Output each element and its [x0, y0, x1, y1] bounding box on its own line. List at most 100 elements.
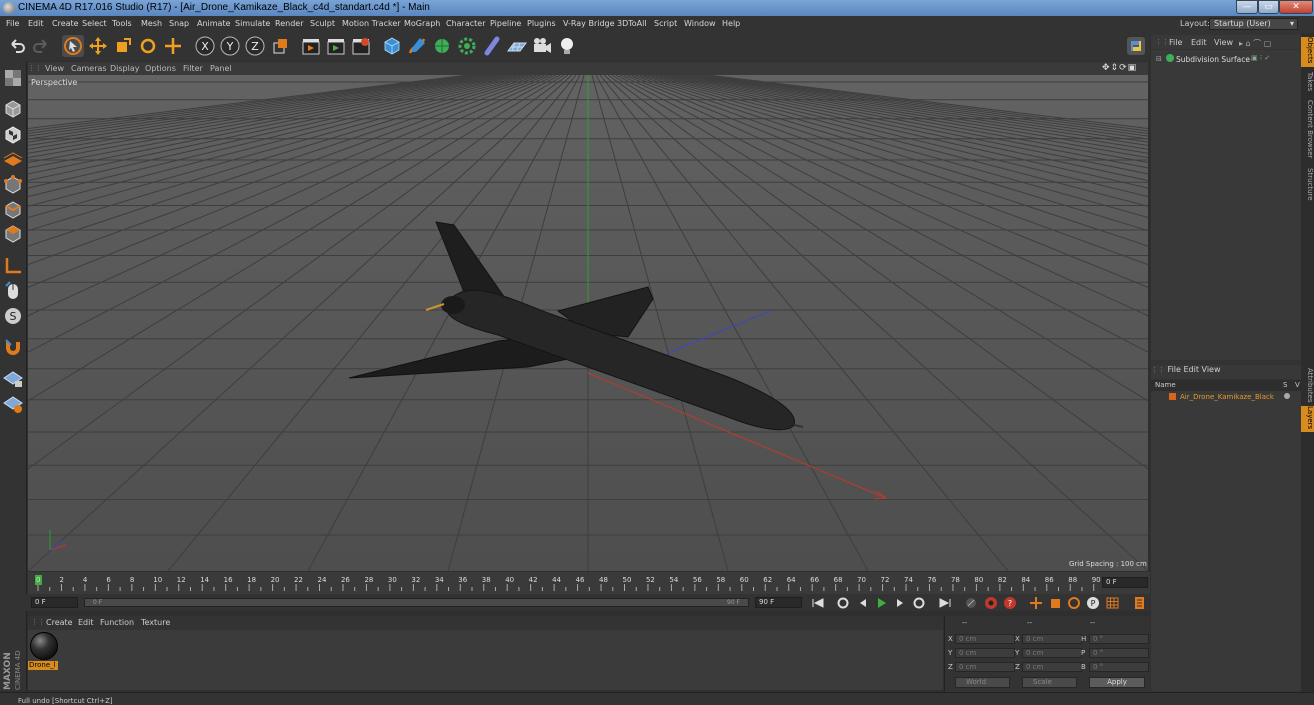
move-tool[interactable] [87, 35, 109, 57]
live-selection-tool[interactable] [62, 35, 84, 57]
tab-attributes[interactable]: Attributes [1301, 368, 1314, 403]
texture-mode-button[interactable] [2, 124, 24, 146]
tab-content-browser[interactable]: Content Browser [1301, 100, 1314, 160]
motion-path-button[interactable] [964, 596, 979, 610]
end-frame-field[interactable]: 90 F [755, 597, 802, 608]
render-to-picture-viewer-button[interactable] [325, 35, 347, 57]
subdivision-surface-button[interactable] [431, 35, 453, 57]
key-pla-button[interactable] [1105, 596, 1120, 610]
planar-workplane-button[interactable] [2, 393, 24, 415]
material-menu-texture[interactable]: Texture [141, 618, 170, 627]
menu-select[interactable]: Select [82, 19, 107, 28]
layout-dropdown[interactable]: Startup (User) ▾ [1209, 18, 1298, 30]
rotate-tool[interactable] [137, 35, 159, 57]
array-button[interactable] [456, 35, 478, 57]
key-rotation-button[interactable] [1067, 596, 1082, 610]
axis-mode-button[interactable] [2, 255, 24, 277]
viewport-navigation-icons[interactable]: ✥⇕⟳▣ [1102, 63, 1137, 73]
tab-layers[interactable]: Layers [1301, 406, 1314, 432]
polygons-mode-button[interactable] [2, 223, 24, 245]
model-mode-button[interactable] [2, 98, 24, 120]
layer-menu-edit[interactable]: Edit [1183, 365, 1199, 374]
menu-animate[interactable]: Animate [197, 19, 231, 28]
previous-keyframe-button[interactable] [836, 596, 851, 610]
timeline-window-button[interactable] [1132, 596, 1147, 610]
coord-mode-dropdown[interactable]: World [955, 677, 1010, 688]
object-item-name[interactable]: Subdivision Surface [1176, 55, 1250, 64]
viewport-menu-options[interactable]: Options [145, 64, 176, 73]
autokey-button[interactable]: ? [1003, 596, 1018, 610]
object-manager-nav-icons[interactable]: ▸ ⌂ ⌒ ▢ [1239, 38, 1271, 49]
deformer-button[interactable] [481, 35, 503, 57]
recent-tool[interactable] [162, 35, 184, 57]
material-menu-create[interactable]: Create [46, 618, 73, 627]
tab-takes[interactable]: Takes [1301, 72, 1314, 96]
viewport-menu-cameras[interactable]: Cameras [71, 64, 107, 73]
coord-pos-y-field[interactable]: 0 cm [955, 648, 1015, 658]
go-to-start-button[interactable] [810, 596, 825, 610]
maximize-button[interactable]: ▭ [1258, 0, 1279, 14]
close-button[interactable]: ✕ [1279, 0, 1313, 14]
light-button[interactable] [556, 35, 578, 57]
layer-solo-dot[interactable] [1284, 393, 1290, 399]
tab-structure[interactable]: Structure [1301, 168, 1314, 204]
coord-size-y-field[interactable]: 0 cm [1022, 648, 1082, 658]
menu-mograph[interactable]: MoGraph [404, 19, 440, 28]
menu-pipeline[interactable]: Pipeline [490, 19, 521, 28]
menu-help[interactable]: Help [722, 19, 740, 28]
record-button[interactable] [984, 596, 999, 610]
menu-motion-tracker[interactable]: Motion Tracker [342, 19, 401, 28]
coord-size-z-field[interactable]: 0 cm [1022, 662, 1082, 672]
menu-snap[interactable]: Snap [169, 19, 189, 28]
menu-tools[interactable]: Tools [112, 19, 132, 28]
camera-button[interactable] [531, 35, 553, 57]
coord-pos-z-field[interactable]: 0 cm [955, 662, 1015, 672]
go-to-end-button[interactable] [938, 596, 953, 610]
menu-mesh[interactable]: Mesh [141, 19, 162, 28]
tweak-mode-button[interactable] [2, 280, 24, 302]
coord-rot-p-field[interactable]: 0 ° [1089, 648, 1149, 658]
cube-object-button[interactable] [381, 35, 403, 57]
apply-button[interactable]: Apply [1089, 677, 1145, 688]
layer-item-name[interactable]: Air_Drone_Kamikaze_Black [1180, 393, 1274, 401]
expand-icon[interactable]: ⊟ [1156, 55, 1162, 63]
coord-size-x-field[interactable]: 0 cm [1022, 634, 1082, 644]
next-keyframe-button[interactable] [912, 596, 927, 610]
menu-edit[interactable]: Edit [28, 19, 44, 28]
viewport-menu-filter[interactable]: Filter [183, 64, 203, 73]
python-button[interactable] [1125, 35, 1147, 57]
make-editable-button[interactable] [2, 67, 24, 89]
menu-character[interactable]: Character [446, 19, 486, 28]
object-menu-edit[interactable]: Edit [1191, 38, 1207, 47]
menu-vray-bridge[interactable]: V-Ray Bridge [563, 19, 615, 28]
viewport-menu-view[interactable]: View [45, 64, 64, 73]
frame-range-slider[interactable]: 0 F 90 F [84, 598, 749, 607]
start-frame-field[interactable]: 0 F [31, 597, 78, 608]
render-view-button[interactable] [300, 35, 322, 57]
key-parameter-button[interactable]: P [1086, 596, 1101, 610]
key-scale-button[interactable] [1048, 596, 1063, 610]
minimize-button[interactable]: — [1236, 0, 1258, 14]
next-frame-button[interactable] [893, 596, 908, 610]
workplane-mode-button[interactable] [2, 148, 24, 170]
layer-col-solo[interactable]: S [1283, 381, 1287, 389]
menu-3dtoall[interactable]: 3DToAll [617, 19, 647, 28]
layer-menu-file[interactable]: File [1168, 365, 1181, 374]
layer-menu-view[interactable]: View [1202, 365, 1221, 374]
tab-objects[interactable]: Objects [1301, 37, 1314, 67]
menu-script[interactable]: Script [654, 19, 677, 28]
object-menu-view[interactable]: View [1214, 38, 1233, 47]
menu-sculpt[interactable]: Sculpt [310, 19, 335, 28]
y-axis-lock[interactable]: Y [219, 35, 241, 57]
menu-create[interactable]: Create [52, 19, 79, 28]
menu-simulate[interactable]: Simulate [235, 19, 270, 28]
layer-color-swatch[interactable] [1169, 393, 1176, 400]
scale-tool[interactable] [112, 35, 134, 57]
points-mode-button[interactable] [2, 174, 24, 196]
material-menu-function[interactable]: Function [100, 618, 134, 627]
layer-col-name[interactable]: Name [1155, 381, 1176, 389]
key-position-button[interactable] [1029, 596, 1044, 610]
edges-mode-button[interactable] [2, 199, 24, 221]
redo-button[interactable] [30, 35, 52, 57]
menu-file[interactable]: File [6, 19, 19, 28]
